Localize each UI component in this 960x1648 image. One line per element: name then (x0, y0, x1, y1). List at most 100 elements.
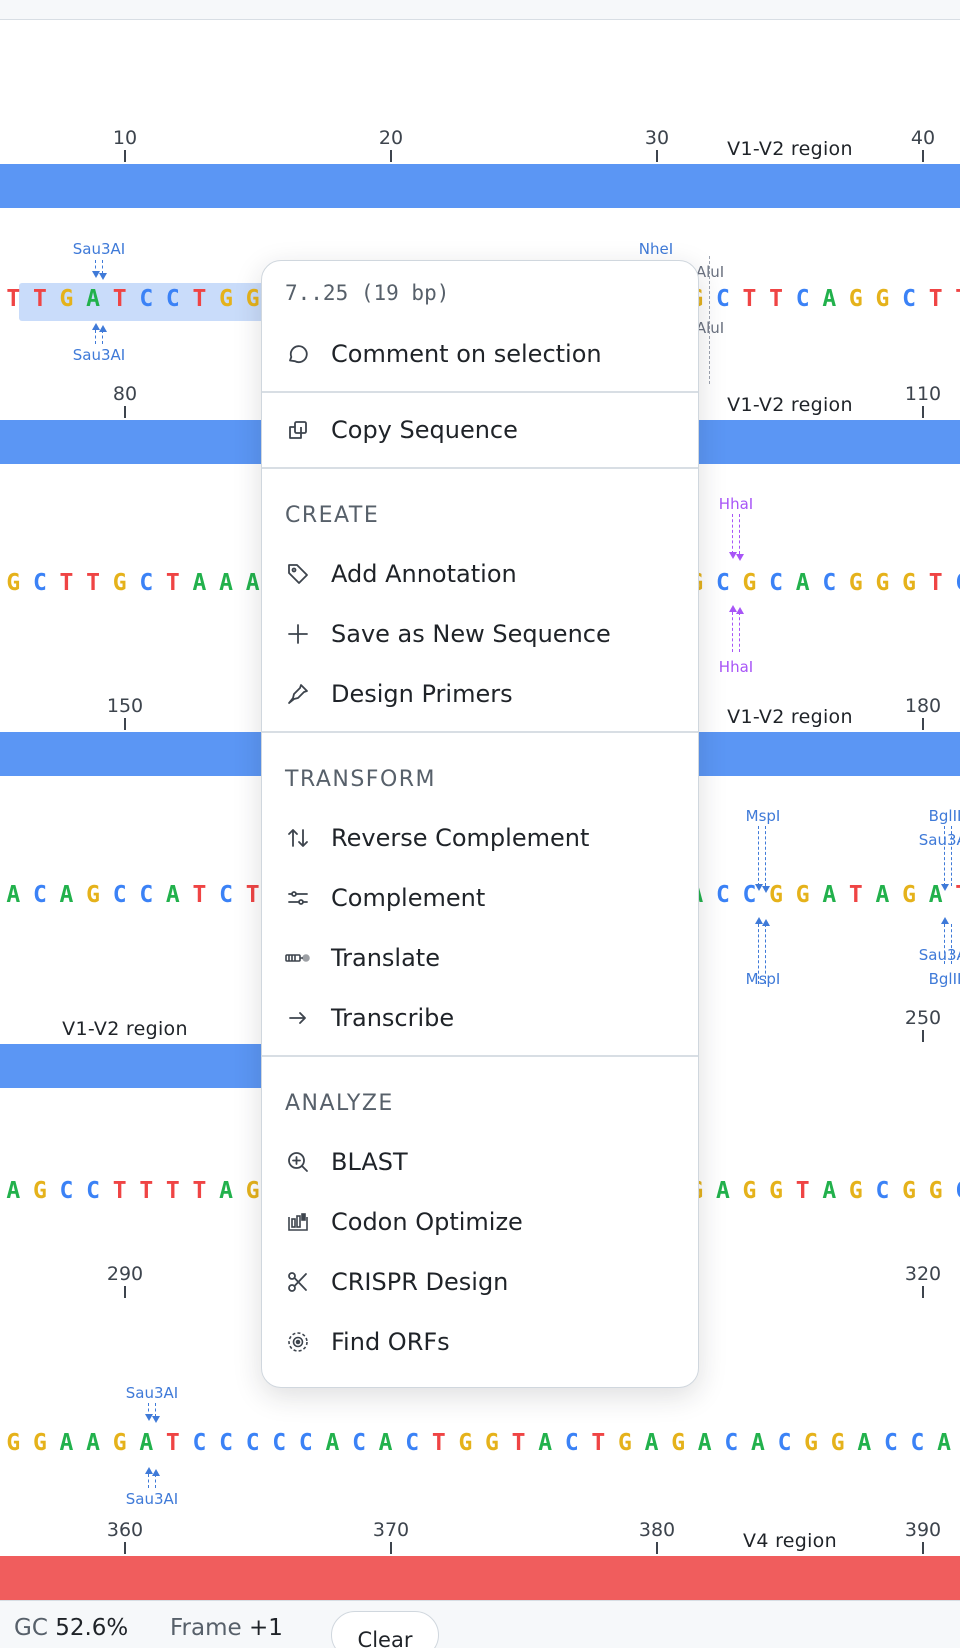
tick-mark (124, 1542, 126, 1554)
enzyme-label[interactable]: Sau3AI (919, 946, 960, 964)
frame-label: Frame (170, 1615, 242, 1641)
cut-line (155, 1474, 156, 1488)
plus-icon (285, 621, 311, 647)
cut-line (944, 826, 945, 886)
enzyme-label[interactable]: BglII (929, 807, 960, 825)
zoom-in-icon (285, 1149, 311, 1175)
cut-arrow (152, 1469, 160, 1476)
enzyme-label[interactable]: Sau3AI (73, 240, 125, 258)
menu-item-label: Comment on selection (331, 340, 602, 368)
annotation-label: V4 region (743, 1530, 837, 1552)
tick-mark (656, 150, 658, 162)
tick-mark (922, 718, 924, 730)
target-icon (285, 1329, 311, 1355)
annotation-bar-v4[interactable] (0, 1556, 960, 1600)
arrow-right-icon (285, 1005, 311, 1031)
copy-sequence-item[interactable]: Copy Sequence (262, 405, 698, 455)
section-title-analyze: ANALYZE (285, 1091, 394, 1116)
annotation-label: V1-V2 region (727, 394, 853, 416)
enzyme-label[interactable]: AluI (696, 319, 724, 337)
enzyme-label[interactable]: HhaI (719, 658, 753, 676)
menu-item-label: Complement (331, 884, 486, 912)
blast-item[interactable]: BLAST (262, 1137, 698, 1187)
design-primers-item[interactable]: Design Primers (262, 669, 698, 719)
enzyme-label[interactable]: HhaI (719, 495, 753, 513)
cut-line (739, 612, 740, 652)
find-orfs-item[interactable]: Find ORFs (262, 1317, 698, 1367)
enzyme-label[interactable]: BglII (929, 970, 960, 988)
gc-content: GC 52.6% (14, 1615, 128, 1641)
tick-label: 380 (638, 1519, 676, 1541)
comment-on-selection-item[interactable]: Comment on selection (262, 329, 698, 379)
sequence-bases[interactable]: ACCGGATAGAT (683, 882, 960, 908)
crispr-design-item[interactable]: CRISPR Design (262, 1257, 698, 1307)
tick-mark (124, 1286, 126, 1298)
cut-line (102, 330, 103, 344)
cut-line (951, 826, 952, 886)
tick-mark (922, 1542, 924, 1554)
cut-arrow (762, 919, 770, 926)
reverse-complement-item[interactable]: Reverse Complement (262, 813, 698, 863)
sequence-bases[interactable]: TTGATCCTGG (0, 286, 266, 312)
selection-context-menu: 7..25 (19 bp) Comment on selection Copy … (261, 260, 699, 1388)
enzyme-label[interactable]: Sau3AI (73, 346, 125, 364)
sequence-bases[interactable]: AGCCTTTTAG (0, 1178, 266, 1204)
clear-selection-button[interactable]: Clear (331, 1611, 439, 1648)
annotation-label: V1-V2 region (727, 138, 853, 160)
annotation-label: V1-V2 region (62, 1018, 188, 1040)
save-as-new-sequence-item[interactable]: Save as New Sequence (262, 609, 698, 659)
enzyme-label[interactable]: Sau3AI (919, 831, 960, 849)
codon-optimize-item[interactable]: Codon Optimize (262, 1197, 698, 1247)
complement-item[interactable]: Complement (262, 873, 698, 923)
tick-label: 40 (910, 127, 936, 149)
menu-separator (262, 391, 698, 393)
comment-icon (285, 341, 311, 367)
enzyme-label[interactable]: Sau3AI (126, 1490, 178, 1508)
tick-label: 290 (106, 1263, 144, 1285)
enzyme-label[interactable]: MspI (746, 970, 781, 988)
menu-item-label: Codon Optimize (331, 1208, 523, 1236)
tick-label: 390 (904, 1519, 942, 1541)
enzyme-label[interactable]: AluI (696, 263, 724, 281)
annotation-bar-v1-v2[interactable] (0, 1044, 270, 1088)
menu-separator (262, 467, 698, 469)
tick-label: 110 (904, 383, 942, 405)
tick-label: 320 (904, 1263, 942, 1285)
tick-mark (922, 150, 924, 162)
scissors-icon (285, 1269, 311, 1295)
tick-label: 360 (106, 1519, 144, 1541)
enzyme-label[interactable]: Sau3AI (126, 1384, 178, 1402)
cut-line (95, 330, 96, 344)
cut-arrow (152, 1416, 160, 1423)
sequence-bases[interactable]: GCGCACGGGTC (683, 570, 960, 596)
sliders-icon (285, 885, 311, 911)
menu-separator (262, 1055, 698, 1057)
sequence-bases[interactable]: GAGGTAGCGGC (683, 1178, 960, 1204)
enzyme-label[interactable]: NheI (639, 240, 673, 258)
sequence-bases[interactable]: ACAGCCATCT (0, 882, 266, 908)
sequence-bases[interactable]: GCTTCAGGCTT (683, 286, 960, 312)
enzyme-label[interactable]: MspI (746, 807, 781, 825)
tick-label: 370 (372, 1519, 410, 1541)
sequence-bases[interactable]: GCTTGCTAAA (0, 570, 266, 596)
annotation-bar-v1-v2[interactable] (0, 164, 960, 208)
add-annotation-item[interactable]: Add Annotation (262, 549, 698, 599)
reading-frame: Frame +1 (170, 1615, 283, 1641)
menu-separator (262, 731, 698, 733)
cut-line (758, 826, 759, 886)
translate-item[interactable]: Translate (262, 933, 698, 983)
menu-item-label: Save as New Sequence (331, 620, 611, 648)
tick-mark (656, 1542, 658, 1554)
section-title-create: CREATE (285, 503, 380, 528)
status-bar: GC 52.6% Frame +1 Clear (0, 1600, 960, 1648)
menu-item-label: CRISPR Design (331, 1268, 509, 1296)
sequence-bases[interactable]: GGAAGATCCCCCACACTGGTACTGAGACACGGACCAG (0, 1430, 960, 1456)
annotation-label: V1-V2 region (727, 706, 853, 728)
cut-line (739, 514, 740, 554)
menu-item-label: Reverse Complement (331, 824, 590, 852)
transcribe-item[interactable]: Transcribe (262, 993, 698, 1043)
cut-line (155, 1403, 156, 1417)
section-title-transform: TRANSFORM (285, 767, 437, 792)
menu-item-label: Translate (331, 944, 440, 972)
tick-mark (124, 718, 126, 730)
